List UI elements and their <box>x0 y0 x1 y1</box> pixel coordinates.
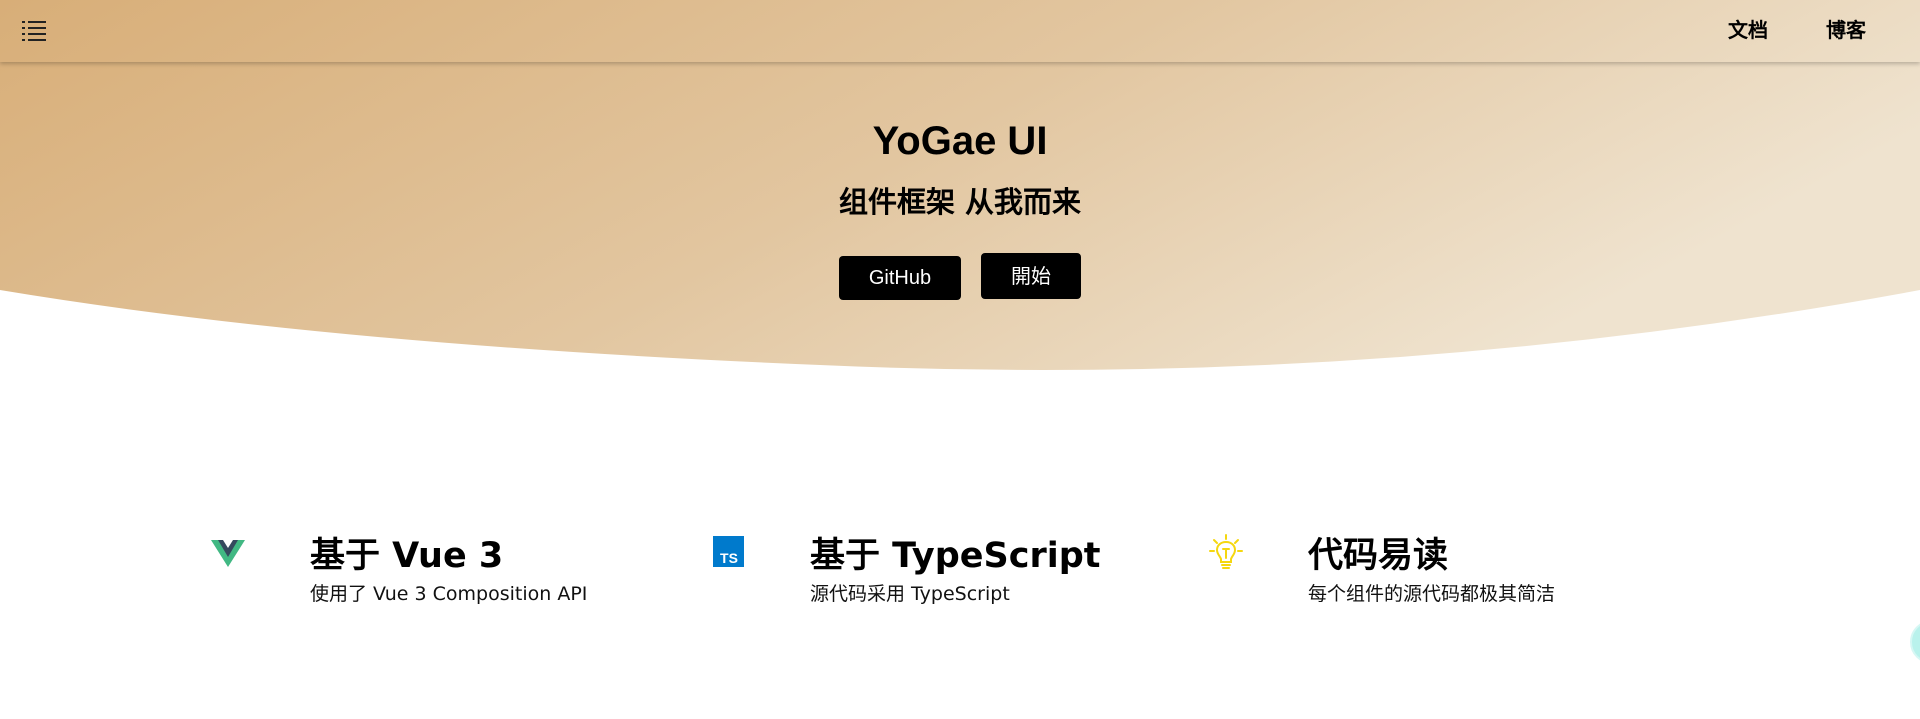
vue-logo-icon <box>211 540 245 567</box>
nav-link-docs[interactable]: 文档 <box>1728 17 1768 43</box>
start-button[interactable]: 開始 <box>981 253 1081 299</box>
svg-text:TS: TS <box>720 550 738 566</box>
top-navigation-bar: 文档 博客 <box>0 0 1920 62</box>
nav-link-blog[interactable]: 博客 <box>1826 17 1866 43</box>
feature-title: 代码易读 <box>1308 536 1449 576</box>
github-button[interactable]: GitHub <box>839 256 961 300</box>
lightbulb-icon <box>1209 534 1243 569</box>
hero-subtitle: 组件框架 从我而来 <box>838 185 1082 219</box>
typescript-logo-icon: TS <box>713 536 744 567</box>
feature-title: 基于 TypeScript <box>810 536 1101 576</box>
feature-description: 每个组件的源代码都极其简洁 <box>1308 583 1556 605</box>
feature-description: 使用了 Vue 3 Composition API <box>310 583 588 605</box>
menu-list-icon[interactable] <box>20 17 48 43</box>
floating-action-bubble[interactable] <box>1910 620 1920 664</box>
feature-title: 基于 Vue 3 <box>310 536 504 576</box>
hero-title: YoGae UI <box>872 119 1048 163</box>
feature-description: 源代码采用 TypeScript <box>810 583 1010 605</box>
